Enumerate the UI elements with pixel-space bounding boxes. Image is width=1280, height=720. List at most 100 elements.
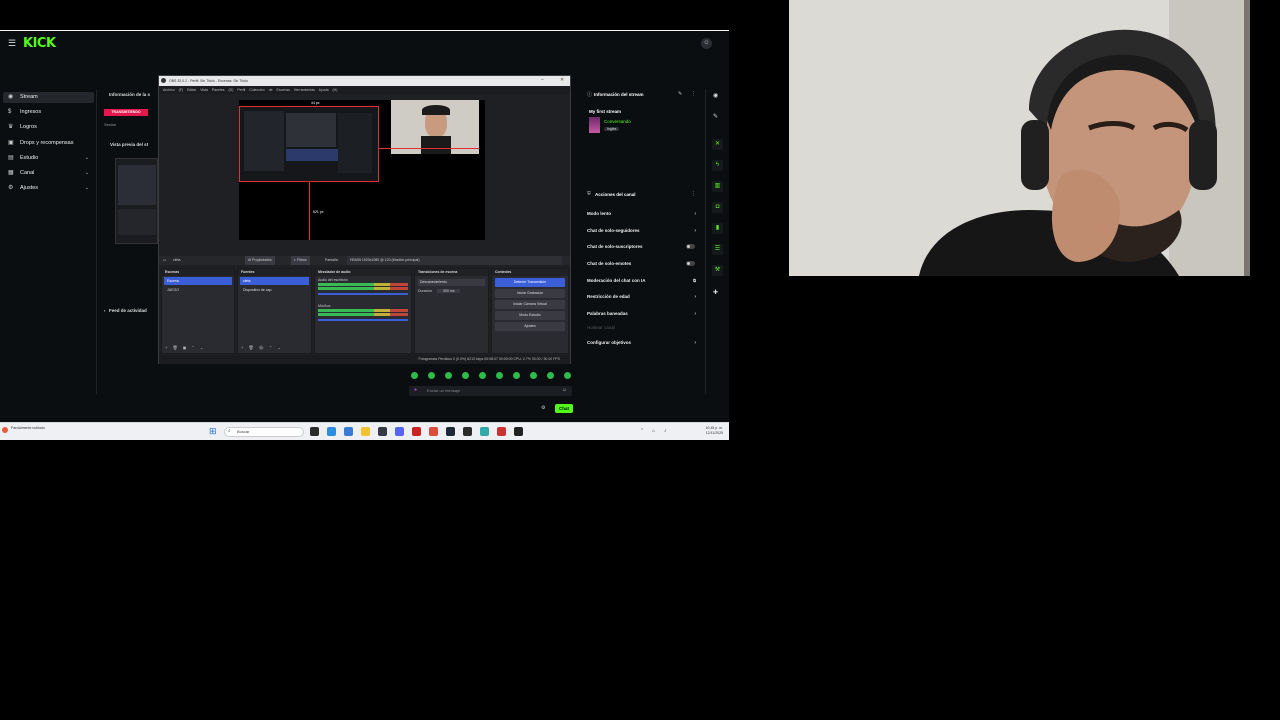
action-hostear-canal: Hostear canal: [587, 325, 615, 330]
settings-app-icon[interactable]: [344, 427, 353, 436]
sidebar-item-drops[interactable]: ▣ Drops y recompensas: [3, 138, 94, 149]
clipboard-icon[interactable]: ▥: [712, 181, 723, 192]
file-explorer-icon[interactable]: [361, 427, 370, 436]
info-circle-icon[interactable]: ◉: [713, 92, 718, 99]
transition-select[interactable]: Desvanecimiento: [418, 279, 485, 286]
action-restriccion-edad[interactable]: Restricción de edad ›: [587, 294, 699, 300]
obs-minimize-icon[interactable]: –: [541, 77, 544, 83]
action-palabras-baneadas[interactable]: Palabras baneadas ›: [587, 311, 699, 317]
properties-button[interactable]: ⚙ Propiedades: [245, 256, 275, 265]
obs-menu-bar[interactable]: Archivo (F) Editar Vista Paneles (D) Per…: [159, 86, 570, 94]
add-widget-icon[interactable]: ✚: [713, 289, 718, 296]
windows-start-icon[interactable]: ⊞: [209, 427, 217, 436]
network-icon[interactable]: ⌂: [652, 428, 655, 434]
chevron-right-icon: ›: [694, 340, 696, 346]
app-icon[interactable]: [480, 427, 489, 436]
obs-taskbar-icon[interactable]: [463, 427, 472, 436]
sidebar-item-canal[interactable]: ▦ Canal ⌄: [3, 168, 94, 179]
mic-icon[interactable]: ●: [414, 387, 417, 393]
edge-icon[interactable]: [327, 427, 336, 436]
webcam-source[interactable]: [391, 100, 479, 154]
start-recording-button[interactable]: Iniciar Grabación: [495, 289, 565, 298]
action-configurar-objetivos[interactable]: Configurar objetivos ›: [587, 340, 699, 346]
chat-bubble-icon[interactable]: ◘: [712, 202, 723, 213]
emote-icon[interactable]: [564, 372, 571, 379]
chat-send-button[interactable]: Chat: [555, 404, 573, 413]
actions-more-icon[interactable]: ⋮: [691, 191, 696, 197]
hamburger-menu-icon[interactable]: ☰: [8, 38, 16, 49]
chat-settings-icon[interactable]: ⚙: [541, 405, 545, 411]
queue-icon[interactable]: ☰: [712, 244, 723, 255]
discord-icon[interactable]: [395, 427, 404, 436]
emote-icon[interactable]: [411, 372, 418, 379]
volume-icon[interactable]: ♪: [664, 428, 667, 434]
source-item[interactable]: Dispositivo de cap.: [240, 286, 309, 294]
edit-icon[interactable]: ✎: [678, 91, 682, 97]
steam-icon[interactable]: [446, 427, 455, 436]
emote-icon[interactable]: [530, 372, 537, 379]
user-avatar[interactable]: ☺: [701, 38, 712, 49]
screen-select[interactable]: HDMI5 1920x1080 @ 120 (Monitor principal…: [347, 256, 562, 265]
emoji-picker-icon[interactable]: ☺: [562, 387, 567, 393]
split-screen-icon[interactable]: ▮: [712, 223, 723, 234]
toggle-switch[interactable]: [686, 261, 695, 266]
sidebar-item-logros[interactable]: ♛ Logros: [3, 122, 94, 133]
sidebar-item-stream[interactable]: ◉ Stream: [3, 92, 94, 103]
volume-slider[interactable]: [318, 293, 408, 295]
studio-mode-button[interactable]: Modo Estudio: [495, 311, 565, 320]
obs-settings-button[interactable]: Ajustes: [495, 322, 565, 331]
sidebar-item-ajustes[interactable]: ⚙ Ajustes ⌄: [3, 183, 94, 194]
opera-icon[interactable]: [412, 427, 421, 436]
weather-text[interactable]: Parcialmente nublado: [11, 426, 45, 431]
action-solo-seguidores[interactable]: Chat de solo-seguidores ›: [587, 228, 699, 234]
sidebar-item-ingresos[interactable]: $ Ingresos: [3, 107, 94, 118]
emote-icon[interactable]: [462, 372, 469, 379]
stream-preview-thumbnail[interactable]: [115, 158, 158, 244]
emote-icon[interactable]: [547, 372, 554, 379]
scene-item[interactable]: Escena: [164, 277, 232, 285]
action-modo-lento[interactable]: Modo lento ›: [587, 211, 699, 217]
action-solo-emotes[interactable]: Chat de solo-emotes: [587, 261, 699, 266]
tray-chevron-icon[interactable]: ⌃: [640, 428, 644, 434]
start-virtual-camera-button[interactable]: Iniciar Cámara Virtual: [495, 300, 565, 309]
obs-close-icon[interactable]: ✕: [560, 77, 564, 83]
emote-icon[interactable]: [445, 372, 452, 379]
scene-item[interactable]: JUEGO: [164, 286, 232, 294]
source-type-icon: ▭: [163, 258, 167, 262]
display-capture-source[interactable]: [239, 106, 379, 182]
volume-slider[interactable]: [318, 319, 408, 321]
obs-preview-canvas[interactable]: 44 px 621 px: [239, 100, 485, 240]
action-moderacion-ia[interactable]: Moderación del chat con IA ⧉: [587, 278, 699, 283]
clock[interactable]: 10:45 p. m. 12/11/2025: [705, 426, 723, 436]
task-view-icon[interactable]: [310, 427, 319, 436]
pencil-icon[interactable]: ✎: [713, 113, 718, 120]
store-icon[interactable]: [378, 427, 387, 436]
taskbar-search[interactable]: Buscar: [224, 427, 304, 437]
scene-controls[interactable]: + 🗑 ▣ ⌃ ⌄: [165, 345, 203, 350]
action-solo-suscriptores[interactable]: Chat de solo-suscriptores: [587, 244, 699, 249]
wrench-icon[interactable]: ⚒: [712, 265, 723, 276]
more-options-icon[interactable]: ⋮: [691, 91, 696, 97]
emote-icon[interactable]: [513, 372, 520, 379]
source-controls[interactable]: + 🗑 ⚙ ⌃ ⌄: [241, 345, 281, 350]
chevron-right-icon: ›: [694, 211, 696, 217]
source-item[interactable]: cleta: [240, 277, 309, 285]
chrome-icon[interactable]: [429, 427, 438, 436]
category-name[interactable]: Conversando: [604, 119, 631, 124]
capcut-icon[interactable]: [514, 427, 523, 436]
emote-icon[interactable]: [496, 372, 503, 379]
emote-icon[interactable]: [428, 372, 435, 379]
emote-icon[interactable]: [479, 372, 486, 379]
duration-label: Duración: [418, 289, 433, 293]
app-icon[interactable]: [497, 427, 506, 436]
windows-taskbar: Parcialmente nublado ⊞ Buscar ⌕ ⌃ ⌂ ♪ 10…: [0, 422, 729, 440]
kick-logo[interactable]: KICK: [23, 36, 56, 51]
stop-streaming-button[interactable]: Detener Transmisión: [495, 278, 565, 287]
chat-input[interactable]: Enviar un mensaje: [409, 386, 572, 396]
filters-button[interactable]: ◐ Filtros: [291, 256, 310, 265]
duration-input[interactable]: 300 ms: [437, 289, 461, 293]
lightning-icon[interactable]: ϟ: [712, 160, 723, 171]
toggle-switch[interactable]: [686, 244, 695, 249]
sidebar-item-estudio[interactable]: ▤ Estudio ⌄: [3, 153, 94, 164]
mod-tools-icon[interactable]: ✕: [712, 139, 723, 150]
